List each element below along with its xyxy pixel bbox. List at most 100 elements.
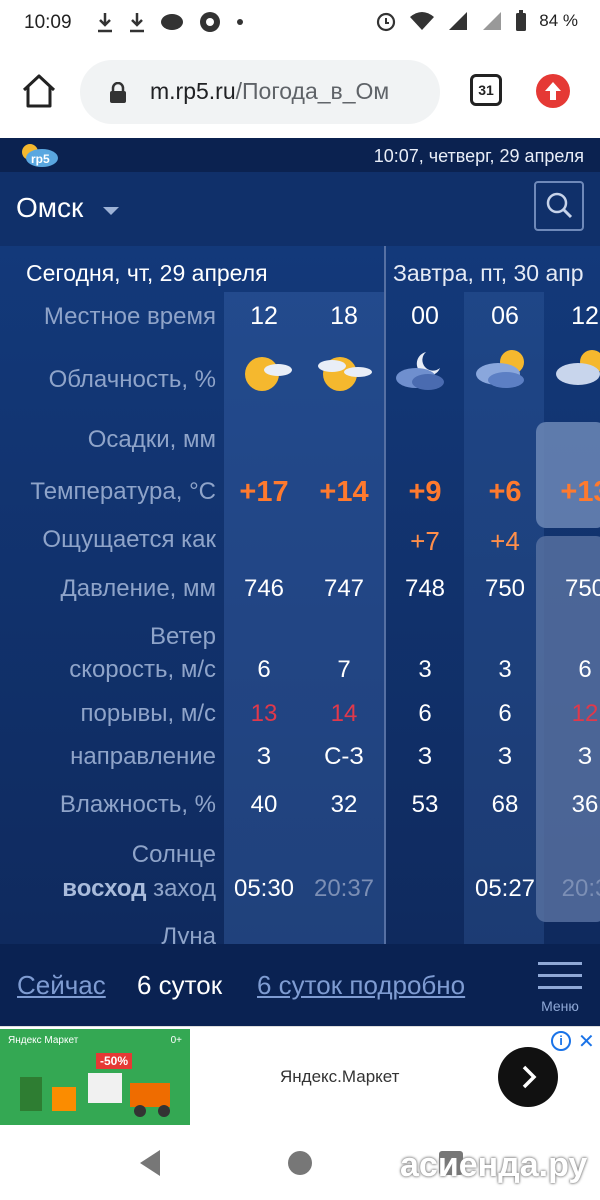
temp-cell: +6 — [488, 476, 522, 508]
feels-cell: +7 — [410, 526, 440, 556]
temp-cell: +14 — [319, 476, 369, 508]
hour-cell: 18 — [330, 302, 358, 330]
direction-cell: З — [256, 743, 272, 770]
label-gusts: порывы, м/с — [80, 700, 216, 727]
status-bar: 10:09 84 % — [0, 0, 600, 46]
forecast-table: Сегодня, чт, 29 апреля Завтра, пт, 30 ап… — [0, 246, 600, 950]
alarm-icon — [377, 12, 396, 32]
watermark: асиенда.ру — [400, 1146, 588, 1184]
arrow-up-icon — [545, 82, 561, 100]
sun-cloud-icon — [245, 357, 292, 391]
temp-cell: +13 — [560, 476, 600, 508]
humidity-cell: 32 — [330, 791, 358, 818]
gust-cell: 12 — [571, 700, 599, 727]
humidity-cell: 36 — [571, 791, 599, 818]
ad-image[interactable]: Яндекс Маркет 0+ -50% — [0, 1029, 190, 1125]
bottom-nav: Сейчас 6 суток 6 суток подробно Меню — [0, 944, 600, 1026]
ad-title[interactable]: Яндекс.Маркет — [280, 1067, 399, 1087]
tab-switcher-button[interactable]: 31 — [470, 74, 502, 106]
label-local-time: Местное время — [43, 303, 216, 330]
wifi-icon — [410, 12, 435, 30]
nav-six-days-detail-link[interactable]: 6 суток подробно — [257, 970, 465, 1001]
android-nav-bar: асиенда.ру — [0, 1126, 600, 1200]
address-bar[interactable]: m.rp5.ru/Погода_в_Ом — [80, 60, 440, 124]
sync-icon — [200, 12, 220, 32]
back-icon[interactable] — [136, 1148, 164, 1178]
logo-text: rp5 — [31, 152, 50, 166]
city-row: Омск — [0, 172, 600, 246]
lock-icon — [110, 82, 126, 103]
tomorrow-header: Завтра, пт, 30 апр — [393, 260, 584, 286]
hour-cell: 12 — [571, 302, 599, 330]
chevron-down-icon[interactable] — [103, 207, 119, 215]
browser-toolbar: m.rp5.ru/Погода_в_Ом 31 — [0, 46, 600, 138]
sunset-cell: 20:37 — [313, 875, 375, 902]
temp-cell: +17 — [239, 476, 289, 508]
signal-icon — [449, 12, 468, 30]
temp-cell: +9 — [408, 476, 442, 508]
home-icon[interactable] — [20, 72, 58, 110]
leaf-icon — [161, 14, 183, 30]
cloudy-sun-icon — [476, 350, 524, 388]
chevron-right-icon — [522, 1065, 537, 1089]
home-circle-icon[interactable] — [287, 1150, 313, 1176]
pressure-cell: 750 — [564, 575, 600, 602]
search-button[interactable] — [534, 181, 584, 231]
hamburger-icon — [538, 986, 582, 989]
current-datetime: 10:07, четверг, 29 апреля — [373, 146, 584, 166]
humidity-cell: 40 — [250, 791, 278, 818]
products-illustration — [20, 1073, 170, 1117]
system-icons: 84 % — [375, 10, 578, 32]
url-text: m.rp5.ru/Погода_в_Ом — [150, 78, 435, 105]
rp5-page: rp5 10:07, четверг, 29 апреля Омск Сегод… — [0, 138, 600, 1026]
wind-cell: 3 — [418, 656, 432, 683]
gust-cell: 6 — [418, 700, 432, 727]
nav-now-link[interactable]: Сейчас — [17, 970, 106, 1001]
humidity-cell: 53 — [411, 791, 439, 818]
top-line: rp5 10:07, четверг, 29 апреля — [0, 138, 600, 172]
label-pressure: Давление, мм — [60, 575, 217, 602]
wind-cell: 6 — [257, 656, 271, 683]
menu-label: Меню — [541, 998, 579, 1014]
gust-cell: 14 — [330, 700, 358, 727]
ad-open-button[interactable] — [498, 1047, 558, 1107]
url-path: /Погода_в_Ом — [235, 78, 390, 104]
label-feels-like: Ощущается как — [42, 526, 216, 553]
download-icon — [98, 13, 112, 33]
hour-cell: 12 — [250, 302, 278, 330]
ad-banner[interactable]: Яндекс Маркет 0+ -50% Яндекс.Маркет i ✕ — [0, 1026, 600, 1126]
status-time: 10:09 — [24, 12, 72, 33]
direction-cell: З — [577, 743, 593, 770]
notification-icons — [96, 10, 244, 34]
ad-info-icon[interactable]: i — [551, 1031, 571, 1051]
city-selector[interactable]: Омск — [16, 192, 83, 224]
label-precip: Осадки, мм — [87, 426, 216, 453]
today-header: Сегодня, чт, 29 апреля — [26, 260, 268, 286]
hour-cell: 06 — [491, 302, 519, 330]
hour-cell: 00 — [411, 302, 439, 330]
ad-close-icon[interactable]: ✕ — [578, 1029, 595, 1054]
nav-six-days[interactable]: 6 суток — [137, 970, 222, 1001]
label-cloudiness: Облачность, % — [48, 366, 216, 393]
label-direction: направление — [70, 743, 216, 770]
label-sunset: заход — [153, 875, 216, 902]
gust-cell: 13 — [250, 700, 278, 727]
wind-cell: 6 — [578, 656, 592, 683]
dot-icon — [237, 19, 243, 25]
signal-off-icon — [483, 12, 502, 30]
rp5-logo[interactable]: rp5 — [20, 142, 60, 168]
moon-cloud-icon — [396, 352, 444, 390]
battery-icon — [516, 10, 527, 31]
side-panel-card[interactable] — [536, 422, 600, 528]
menu-button[interactable]: Меню — [536, 960, 584, 1014]
label-sunrise: восход — [62, 875, 147, 902]
pressure-cell: 748 — [404, 575, 446, 602]
pressure-cell: 746 — [243, 575, 285, 602]
label-temperature: Температура, °C — [30, 478, 216, 505]
update-button[interactable] — [536, 74, 570, 108]
direction-cell: З — [417, 743, 433, 770]
direction-cell: З — [497, 743, 513, 770]
sunset-cell: 20:3 — [561, 875, 600, 902]
search-icon — [546, 192, 573, 219]
hamburger-icon — [538, 962, 582, 965]
